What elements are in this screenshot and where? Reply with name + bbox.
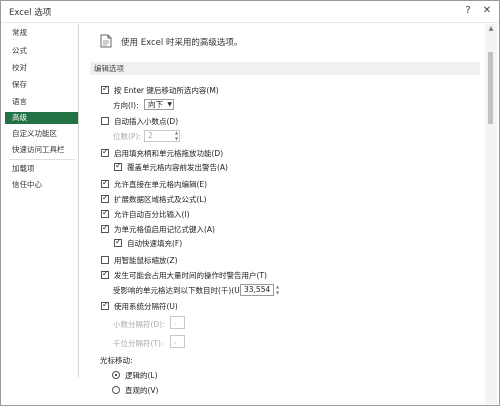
decimal-separator-label: 小数分隔符(D): — [113, 320, 165, 329]
places-label: 位数(P): — [113, 132, 141, 141]
option-label: 覆盖单元格内容前发出警告(A) — [127, 163, 228, 172]
panel-header: 使用 Excel 时采用的高级选项。 — [121, 38, 243, 48]
option-label: 逻辑的(L) — [125, 371, 158, 380]
radio-unselected[interactable] — [112, 386, 120, 394]
section-editing-options: 编辑选项 — [90, 62, 480, 75]
option-enter-move[interactable]: 按 Enter 键后移动所选内容(M) — [101, 84, 219, 96]
option-label: 自动快速填充(F) — [127, 239, 183, 248]
option-extend-formats[interactable]: 扩展数据区域格式及公式(L) — [101, 193, 207, 205]
cells-affected-input[interactable]: 33,554 — [240, 284, 274, 296]
chevron-down-icon: ▼ — [167, 101, 172, 108]
scroll-thumb[interactable] — [488, 52, 493, 124]
thousands-separator-input[interactable]: , — [170, 335, 185, 348]
option-visual[interactable]: 直观的(V) — [112, 385, 158, 396]
option-slow-warn[interactable]: 发生可能会占用大量时间的操作时警告用户(T) — [101, 269, 267, 281]
option-label: 用智能鼠标缩放(Z) — [114, 256, 178, 265]
sidebar-divider — [9, 159, 75, 160]
spin-arrows-icon[interactable]: ▲ ▼ — [274, 284, 281, 296]
option-zoom-roll[interactable]: 用智能鼠标缩放(Z) — [101, 255, 178, 266]
option-fill-handle[interactable]: 启用填充柄和单元格拖放功能(D) — [101, 147, 224, 159]
sidebar-item-advanced[interactable]: 高级 — [5, 112, 78, 124]
option-label: 使用系统分隔符(U) — [114, 302, 178, 311]
checkbox-checked[interactable] — [101, 178, 109, 188]
option-direction: 方向(I): — [113, 100, 139, 111]
sidebar-item-add-ins[interactable]: 加载项 — [5, 163, 78, 175]
checkbox-unchecked[interactable] — [101, 117, 109, 125]
option-decimal-separator: 小数分隔符(D): — [113, 319, 165, 330]
checkbox-checked[interactable] — [101, 84, 109, 94]
sidebar-item-proofing[interactable]: 校对 — [5, 62, 78, 74]
sidebar-item-trust-center[interactable]: 信任中心 — [5, 179, 78, 191]
direction-select[interactable]: 向下 ▼ — [144, 99, 174, 110]
option-label: 按 Enter 键后移动所选内容(M) — [114, 86, 219, 95]
option-label: 直观的(V) — [125, 386, 159, 395]
cells-affected-value: 33,554 — [244, 285, 271, 294]
sidebar: 常规 公式 校对 保存 语言 高级 自定义功能区 快速访问工具栏 加载项 信任中… — [5, 24, 79, 377]
option-autocomplete[interactable]: 为单元格值启用记忆式键入(A) — [101, 223, 215, 235]
thousands-separator-value: , — [174, 337, 177, 345]
option-label: 允许自动百分比输入(I) — [114, 210, 190, 219]
option-logical[interactable]: 逻辑的(L) — [112, 370, 158, 381]
checkbox-unchecked[interactable] — [101, 256, 109, 264]
close-button[interactable]: ✕ — [479, 3, 495, 19]
option-thousands-separator: 千位分隔符(T): — [113, 338, 163, 349]
decimal-separator-value: . — [174, 318, 177, 326]
option-label: 发生可能会占用大量时间的操作时警告用户(T) — [114, 271, 267, 280]
direction-label: 方向(I): — [113, 101, 139, 110]
option-label: 自动插入小数点(D) — [114, 117, 179, 126]
document-icon — [100, 34, 112, 48]
option-flash-fill[interactable]: 自动快速填充(F) — [114, 237, 183, 249]
option-label: 启用填充柄和单元格拖放功能(D) — [114, 149, 224, 158]
checkbox-checked[interactable] — [101, 147, 109, 157]
sidebar-item-save[interactable]: 保存 — [5, 79, 78, 91]
option-overwrite-alert[interactable]: 覆盖单元格内容前发出警告(A) — [114, 161, 228, 173]
sidebar-item-quick-access-toolbar[interactable]: 快速访问工具栏 — [5, 144, 78, 156]
scroll-up-icon[interactable]: ▲ — [485, 24, 497, 34]
places-value: 2 — [148, 131, 153, 140]
radio-selected[interactable] — [112, 371, 120, 379]
option-edit-in-cell[interactable]: 允许直接在单元格内编辑(E) — [101, 178, 208, 190]
checkbox-checked[interactable] — [114, 161, 122, 171]
option-label: 允许直接在单元格内编辑(E) — [114, 180, 208, 189]
title-bar: Excel 选项 ? ✕ — [1, 1, 499, 23]
option-places: 位数(P): — [113, 131, 141, 142]
option-label: 为单元格值启用记忆式键入(A) — [114, 225, 215, 234]
option-label: 光标移动: — [100, 356, 133, 365]
checkbox-checked[interactable] — [101, 269, 109, 279]
cells-affected-label: 受影响的单元格达到以下数目时(千)(U): — [113, 286, 246, 295]
checkbox-checked[interactable] — [101, 193, 109, 203]
option-auto-decimal[interactable]: 自动插入小数点(D) — [101, 116, 178, 127]
vertical-scrollbar[interactable]: ▲ — [485, 24, 497, 404]
sidebar-item-general[interactable]: 常规 — [5, 27, 78, 39]
checkbox-checked[interactable] — [101, 223, 109, 233]
excel-options-window: Excel 选项 ? ✕ 常规 公式 校对 保存 语言 高级 自定义功能区 快速… — [0, 0, 500, 406]
cursor-movement-label: 光标移动: — [100, 355, 133, 366]
help-button[interactable]: ? — [460, 3, 476, 19]
decimal-separator-input[interactable]: . — [170, 316, 185, 329]
option-cells-affected: 受影响的单元格达到以下数目时(千)(U): — [113, 285, 245, 296]
direction-value: 向下 — [148, 100, 163, 109]
checkbox-checked[interactable] — [101, 208, 109, 218]
checkbox-checked[interactable] — [101, 300, 109, 310]
spin-arrows-icon[interactable]: ▲ ▼ — [173, 130, 180, 142]
options-panel: 使用 Excel 时采用的高级选项。 编辑选项 按 Enter 键后移动所选内容… — [83, 24, 485, 404]
sidebar-item-language[interactable]: 语言 — [5, 96, 78, 108]
checkbox-checked[interactable] — [114, 237, 122, 247]
thousands-separator-label: 千位分隔符(T): — [113, 339, 164, 348]
option-system-separators[interactable]: 使用系统分隔符(U) — [101, 300, 178, 312]
option-label: 扩展数据区域格式及公式(L) — [114, 195, 207, 204]
window-title: Excel 选项 — [9, 8, 52, 18]
sidebar-item-formulas[interactable]: 公式 — [5, 45, 78, 57]
option-auto-percent[interactable]: 允许自动百分比输入(I) — [101, 208, 190, 220]
sidebar-item-customize-ribbon[interactable]: 自定义功能区 — [5, 128, 78, 140]
